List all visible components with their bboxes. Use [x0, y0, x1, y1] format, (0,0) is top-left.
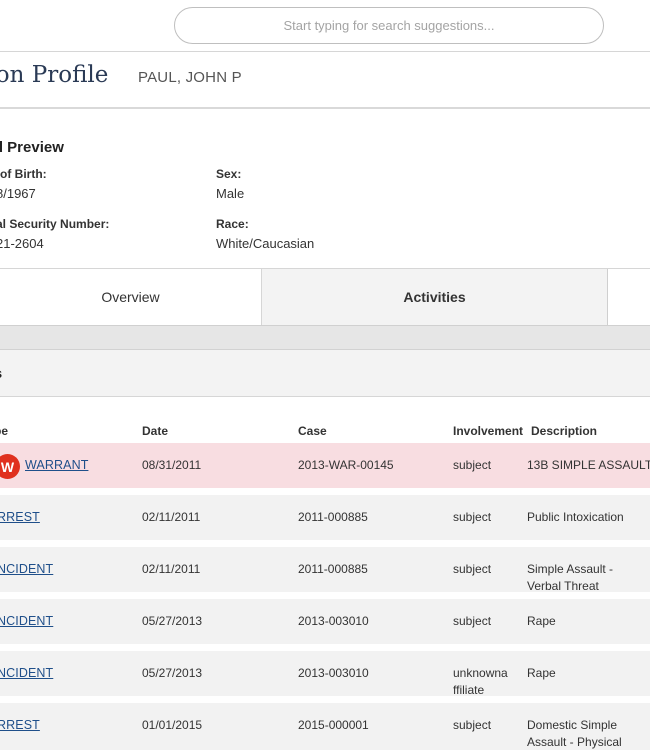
search-box[interactable] — [174, 7, 604, 44]
top-bar — [0, 0, 650, 52]
table-row[interactable]: RREST 01/01/2015 2015-000001 subject Dom… — [0, 703, 650, 750]
search-input[interactable] — [175, 8, 603, 43]
activity-description: Domestic Simple Assault - Physical — [527, 718, 622, 749]
page-title: son Profile — [0, 62, 109, 88]
activity-date: 01/01/2015 — [142, 718, 203, 732]
column-header-type[interactable]: pe — [0, 424, 8, 438]
activity-description: Rape — [527, 666, 556, 680]
race-label: Race: — [216, 217, 249, 231]
activity-description: Simple Assault - Verbal Threat — [527, 562, 614, 593]
activity-date: 05/27/2013 — [142, 614, 203, 628]
tab-more[interactable] — [608, 269, 650, 325]
activity-date: 08/31/2011 — [142, 458, 202, 472]
activity-date: 02/11/2011 — [142, 562, 201, 576]
activity-type-link[interactable]: RREST — [0, 509, 40, 526]
activity-involvement: subject — [453, 510, 492, 524]
table-row[interactable]: RREST 02/11/2011 2011-000885 subject Pub… — [0, 495, 650, 540]
activity-type-link[interactable]: WARRANT — [25, 457, 88, 474]
ssn-label: al Security Number: — [0, 217, 110, 231]
activity-involvement: unknowna ffiliate — [453, 666, 508, 697]
activity-description: Rape — [527, 614, 556, 628]
column-header-involvement[interactable]: Involvement — [453, 424, 523, 438]
table-row[interactable]: NCIDENT 05/27/2013 2013-003010 subject R… — [0, 599, 650, 644]
record-preview-title: rd Preview — [0, 139, 64, 156]
tab-overview[interactable]: Overview — [0, 269, 262, 325]
activity-type-link[interactable]: NCIDENT — [0, 561, 53, 578]
activity-involvement: subject — [453, 614, 492, 628]
activity-involvement: subject — [453, 458, 492, 472]
activity-type-link[interactable]: RREST — [0, 717, 40, 734]
profile-tabs: Overview Activities — [0, 268, 650, 326]
dob-value: 8/1967 — [0, 186, 36, 201]
activity-type-link[interactable]: NCIDENT — [0, 613, 53, 630]
activities-section-title: ties — [0, 365, 2, 381]
column-header-date[interactable]: Date — [142, 424, 168, 438]
activity-involvement: subject — [453, 718, 492, 732]
activity-type-link[interactable]: NCIDENT — [0, 665, 53, 682]
activity-description: Public Intoxication — [527, 510, 624, 524]
race-value: White/Caucasian — [216, 236, 315, 251]
sex-value: Male — [216, 186, 245, 201]
activity-case: 2015-000001 — [298, 718, 369, 732]
activity-case: 2013-WAR-00145 — [298, 458, 394, 472]
tab-activities[interactable]: Activities — [262, 269, 608, 325]
activity-involvement: subject — [453, 562, 492, 576]
activity-case: 2013-003010 — [298, 614, 369, 628]
activities-section-header: ties — [0, 350, 650, 397]
table-row[interactable]: NCIDENT 02/11/2011 2011-000885 subject S… — [0, 547, 650, 593]
column-header-case[interactable]: Case — [298, 424, 327, 438]
section-divider — [0, 326, 650, 350]
table-row[interactable]: NCIDENT 05/27/2013 2013-003010 unknowna … — [0, 651, 650, 697]
activity-date: 05/27/2013 — [142, 666, 203, 680]
sex-label: Sex: — [216, 167, 242, 181]
activity-case: 2011-000885 — [298, 510, 368, 524]
warrant-badge: W — [0, 454, 20, 479]
activity-date: 02/11/2011 — [142, 510, 201, 524]
activity-case: 2013-003010 — [298, 666, 369, 680]
person-name: PAUL, JOHN P — [138, 69, 242, 86]
activity-description: 13B SIMPLE ASSAULT — [527, 458, 650, 472]
ssn-value: 21-2604 — [0, 236, 44, 251]
activity-case: 2011-000885 — [298, 562, 368, 576]
column-header-description[interactable]: Description — [531, 424, 597, 438]
table-row[interactable]: W WARRANT 08/31/2011 2013-WAR-00145 subj… — [0, 443, 650, 488]
dob-label: e of Birth: — [0, 167, 47, 181]
page-header: son Profile PAUL, JOHN P — [0, 53, 650, 109]
